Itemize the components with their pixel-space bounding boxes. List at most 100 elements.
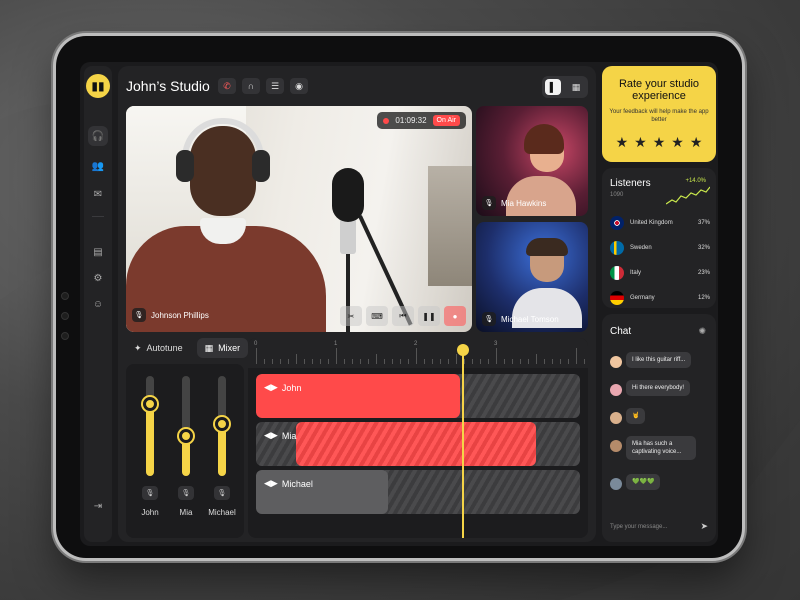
- ruler-tick: [440, 359, 441, 364]
- record-icon[interactable]: ◉: [290, 78, 308, 94]
- audio-clip[interactable]: [256, 374, 460, 418]
- ruler-tick: [256, 348, 257, 364]
- settings-icon[interactable]: ⚙: [88, 268, 108, 288]
- track-mia[interactable]: ◀▶ Mia: [256, 422, 580, 466]
- waveform-icon: ◀▶: [264, 430, 278, 440]
- user-icon[interactable]: ☺: [88, 294, 108, 314]
- fader-track[interactable]: [179, 376, 193, 476]
- ruler-tick: [552, 359, 553, 364]
- keyboard-icon[interactable]: ⌨: [366, 306, 388, 326]
- mic-icon[interactable]: 🎙: [214, 486, 230, 500]
- ruler-tick: [288, 359, 289, 364]
- studio-panel: John’s Studio ✆ ∩ ☰ ◉ ▌ ▦ 01:09:32 On Ai…: [118, 66, 596, 542]
- country-name: Italy: [630, 270, 642, 276]
- chat-message: 🤘: [610, 408, 646, 424]
- chat-placeholder[interactable]: Type your message...: [610, 524, 667, 530]
- ruler-tick: [504, 359, 505, 364]
- chat-input[interactable]: Type your message... ➤: [610, 521, 708, 532]
- headphone-cup: [252, 150, 270, 182]
- track-name: Mia: [281, 430, 297, 441]
- avatar[interactable]: [610, 412, 622, 424]
- country-pct: 37%: [697, 220, 710, 226]
- chat-message: Mia has such a captivating voice...: [610, 436, 696, 460]
- chat-message: Hi there everybody!: [610, 380, 691, 396]
- fader-knob[interactable]: [179, 429, 193, 443]
- avatar[interactable]: [610, 478, 622, 490]
- fader-knob[interactable]: [143, 397, 157, 411]
- country-row: Germany 12%: [610, 291, 710, 305]
- file-icon[interactable]: ▤: [88, 242, 108, 262]
- star-icon[interactable]: ★: [690, 134, 703, 151]
- mic-icon[interactable]: 🎙: [132, 308, 146, 322]
- users-icon[interactable]: 👥: [88, 156, 108, 176]
- tab-autotune[interactable]: ✦ Autotune: [126, 338, 191, 358]
- message-icon[interactable]: ✉: [88, 184, 108, 204]
- main-video[interactable]: 01:09:32 On Air 🎙 Johnson Phillips ✂ ⌨ ⏮…: [126, 106, 472, 332]
- fader-knob[interactable]: [215, 417, 229, 431]
- record-button-icon[interactable]: ●: [444, 306, 466, 326]
- listeners-growth: +14.0%: [685, 178, 706, 184]
- tab-label: Mixer: [218, 343, 241, 353]
- star-icon[interactable]: ★: [616, 134, 629, 151]
- listeners-title: Listeners: [610, 178, 651, 189]
- mic-icon[interactable]: 🎙: [178, 486, 194, 500]
- track-name: Michael: [281, 478, 313, 489]
- audio-clip[interactable]: [256, 470, 388, 514]
- track-michael[interactable]: ◀▶ Michael: [256, 470, 580, 514]
- chat-message: I like this guitar riff...: [610, 352, 692, 368]
- ruler-tick: [528, 359, 529, 364]
- fader-label: Michael: [208, 508, 236, 517]
- fader-track[interactable]: [215, 376, 229, 476]
- app-logo-icon[interactable]: ▮▮: [86, 74, 110, 98]
- mic-icon[interactable]: 🎙: [482, 196, 496, 210]
- avatar[interactable]: [610, 384, 622, 396]
- ruler-tick: [480, 359, 481, 364]
- fader-fill: [146, 404, 154, 476]
- ruler-tick: [304, 359, 305, 364]
- ruler-tick: [512, 359, 513, 364]
- logout-icon[interactable]: ⇥: [88, 496, 108, 516]
- video-shelf: [428, 166, 472, 286]
- participant-video-mia[interactable]: 🎙 Mia Hawkins: [476, 106, 588, 216]
- country-pct: 23%: [697, 270, 710, 276]
- ruler-tick: [568, 359, 569, 364]
- avatar[interactable]: [610, 356, 622, 368]
- skip-back-icon[interactable]: ⏮: [392, 306, 414, 326]
- ruler-tick: [576, 348, 577, 364]
- mic-icon[interactable]: 🎙: [482, 312, 496, 326]
- headphones-icon[interactable]: 🎧: [88, 126, 108, 146]
- fader-track[interactable]: [143, 376, 157, 476]
- studio-title: John’s Studio: [126, 78, 210, 94]
- cut-icon[interactable]: ✂: [340, 306, 362, 326]
- star-icon[interactable]: ★: [653, 134, 666, 151]
- audio-clip[interactable]: [296, 422, 536, 466]
- ruler-tick: [384, 359, 385, 364]
- ruler-tick: [584, 359, 585, 364]
- fader-label: John: [141, 508, 159, 517]
- playhead-handle[interactable]: [457, 344, 469, 356]
- waveform-icon: ◀▶: [264, 478, 278, 488]
- participant-video-michael[interactable]: 🎙 Michael Tomson: [476, 222, 588, 332]
- star-icon[interactable]: ★: [634, 134, 647, 151]
- send-icon[interactable]: ➤: [700, 521, 708, 532]
- star-icon[interactable]: ★: [671, 134, 684, 151]
- phone-off-icon[interactable]: ✆: [218, 78, 236, 94]
- settings-icon[interactable]: ✺: [698, 326, 706, 337]
- ruler-number: 1: [334, 341, 338, 347]
- mic-icon[interactable]: 🎙: [142, 486, 158, 500]
- headphones-icon[interactable]: ∩: [242, 78, 260, 94]
- rate-subtitle: Your feedback will help make the app bet…: [609, 109, 709, 123]
- ruler-tick: [328, 359, 329, 364]
- grid-view-icon[interactable]: ▦: [568, 79, 584, 95]
- chat-icon[interactable]: ☰: [266, 78, 284, 94]
- tab-mixer[interactable]: ▦ Mixer: [196, 338, 249, 358]
- track-john[interactable]: ◀▶ John: [256, 374, 580, 418]
- participant-name: Mia Hawkins: [501, 198, 547, 208]
- star-rating: ★ ★ ★ ★ ★: [602, 134, 716, 151]
- single-view-icon[interactable]: ▌: [545, 79, 561, 95]
- avatar[interactable]: [610, 440, 622, 452]
- pause-icon[interactable]: ❚❚: [418, 306, 440, 326]
- headphone-cup: [176, 150, 194, 182]
- ruler-tick: [352, 359, 353, 364]
- playhead[interactable]: [457, 344, 469, 538]
